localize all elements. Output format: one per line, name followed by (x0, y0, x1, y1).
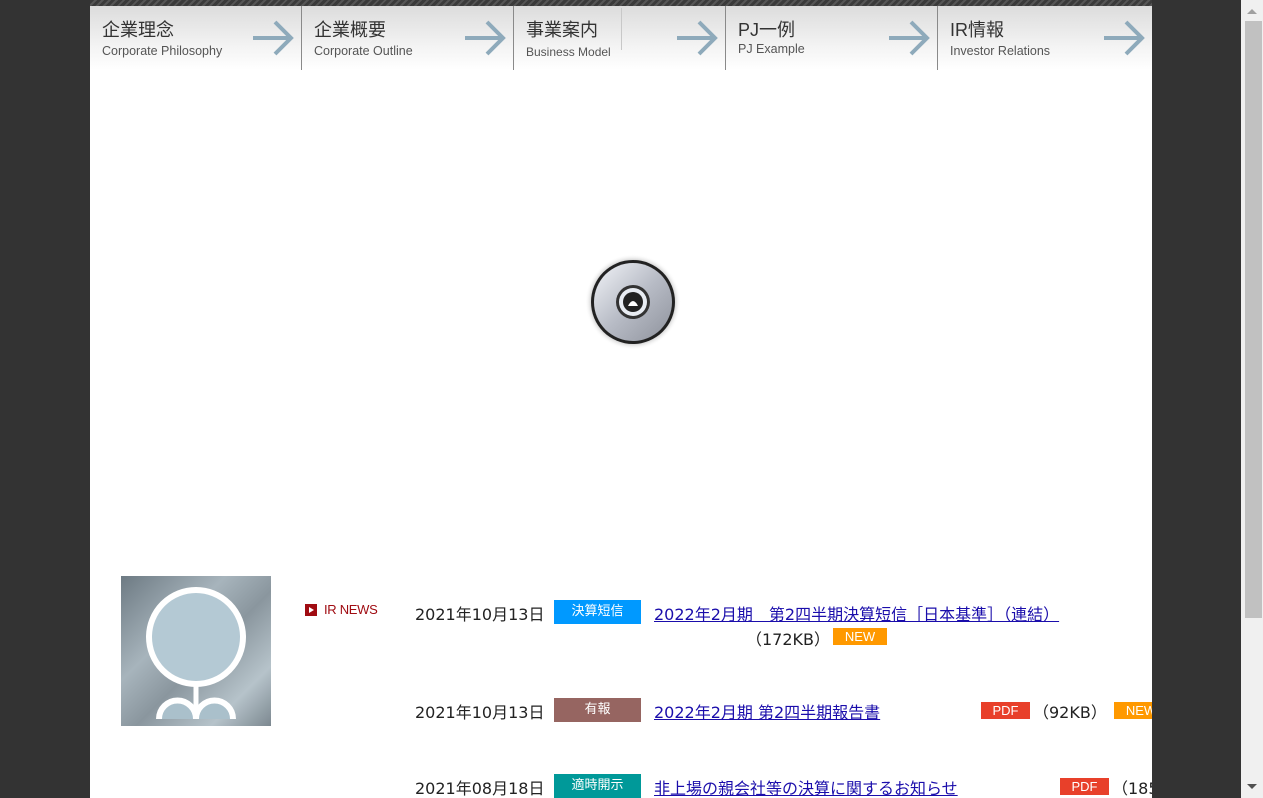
category-badge: 決算短信 (554, 600, 641, 624)
play-icon (305, 603, 317, 616)
pdf-badge: PDF (1060, 778, 1109, 795)
nav-label-en: Business Model (526, 45, 611, 59)
right-arrow-icon (253, 20, 294, 56)
right-arrow-icon (889, 20, 930, 56)
new-badge: NEW (1114, 702, 1152, 719)
nav-label-en: Corporate Philosophy (102, 44, 223, 58)
news-date: 2021年10月13日 (415, 605, 545, 624)
category-badge: 適時開示 (554, 774, 641, 798)
new-badge: NEW (833, 628, 887, 645)
ir-news-label: IR NEWS (324, 602, 378, 617)
nav-label-jp: IR情報 (950, 20, 1004, 40)
file-size: （92KB） (1033, 703, 1107, 722)
nav-item-corporate-philosophy[interactable]: 企業理念 Corporate Philosophy (90, 6, 302, 70)
ir-news-heading: IR NEWS (305, 602, 378, 617)
scroll-up-arrow-icon[interactable] (1247, 9, 1257, 14)
nav-divider (621, 8, 622, 50)
right-arrow-icon (1104, 20, 1145, 56)
right-arrow-icon (677, 20, 718, 56)
news-date: 2021年08月18日 (415, 779, 545, 798)
nav-label-en: Corporate Outline (314, 44, 413, 58)
news-date: 2021年10月13日 (415, 703, 545, 722)
main-nav: 企業理念 Corporate Philosophy 企業概要 Corporate… (90, 6, 1152, 70)
nav-label-jp: 事業案内 (526, 20, 598, 40)
file-size: （172KB） (746, 630, 831, 649)
nav-label-jp: PJ一例 (738, 20, 796, 40)
nav-label-en: Investor Relations (950, 44, 1051, 58)
right-arrow-icon (465, 20, 506, 56)
category-badge: 有報 (554, 698, 641, 722)
news-title-link[interactable]: 2022年2月期 第2四半期決算短信［日本基準］（連結） (654, 601, 1059, 625)
nav-item-business-model[interactable]: 事業案内 Business Model (514, 6, 726, 70)
file-size: （185KB） (1112, 779, 1152, 798)
news-title-link[interactable]: 非上場の親会社等の決算に関するお知らせ (654, 775, 958, 798)
scrollbar-thumb[interactable] (1245, 21, 1262, 618)
nav-item-pj-example[interactable]: PJ一例 PJ Example (726, 6, 938, 70)
news-title-link[interactable]: 2022年2月期 第2四半期報告書 (654, 699, 880, 723)
nav-label-jp: 企業理念 (102, 20, 174, 40)
pdf-badge: PDF (981, 702, 1030, 719)
nav-label-en: PJ Example (738, 42, 805, 56)
loading-spinner-icon (585, 254, 681, 350)
nav-label-jp: 企業概要 (314, 20, 386, 40)
nav-item-corporate-outline[interactable]: 企業概要 Corporate Outline (302, 6, 514, 70)
vertical-scrollbar[interactable] (1241, 0, 1263, 798)
mirror-logo-icon (146, 587, 246, 720)
page-container: 企業理念 Corporate Philosophy 企業概要 Corporate… (90, 0, 1152, 798)
company-logo (121, 576, 271, 726)
scroll-down-arrow-icon[interactable] (1247, 784, 1257, 789)
nav-item-investor-relations[interactable]: IR情報 Investor Relations (938, 6, 1152, 70)
